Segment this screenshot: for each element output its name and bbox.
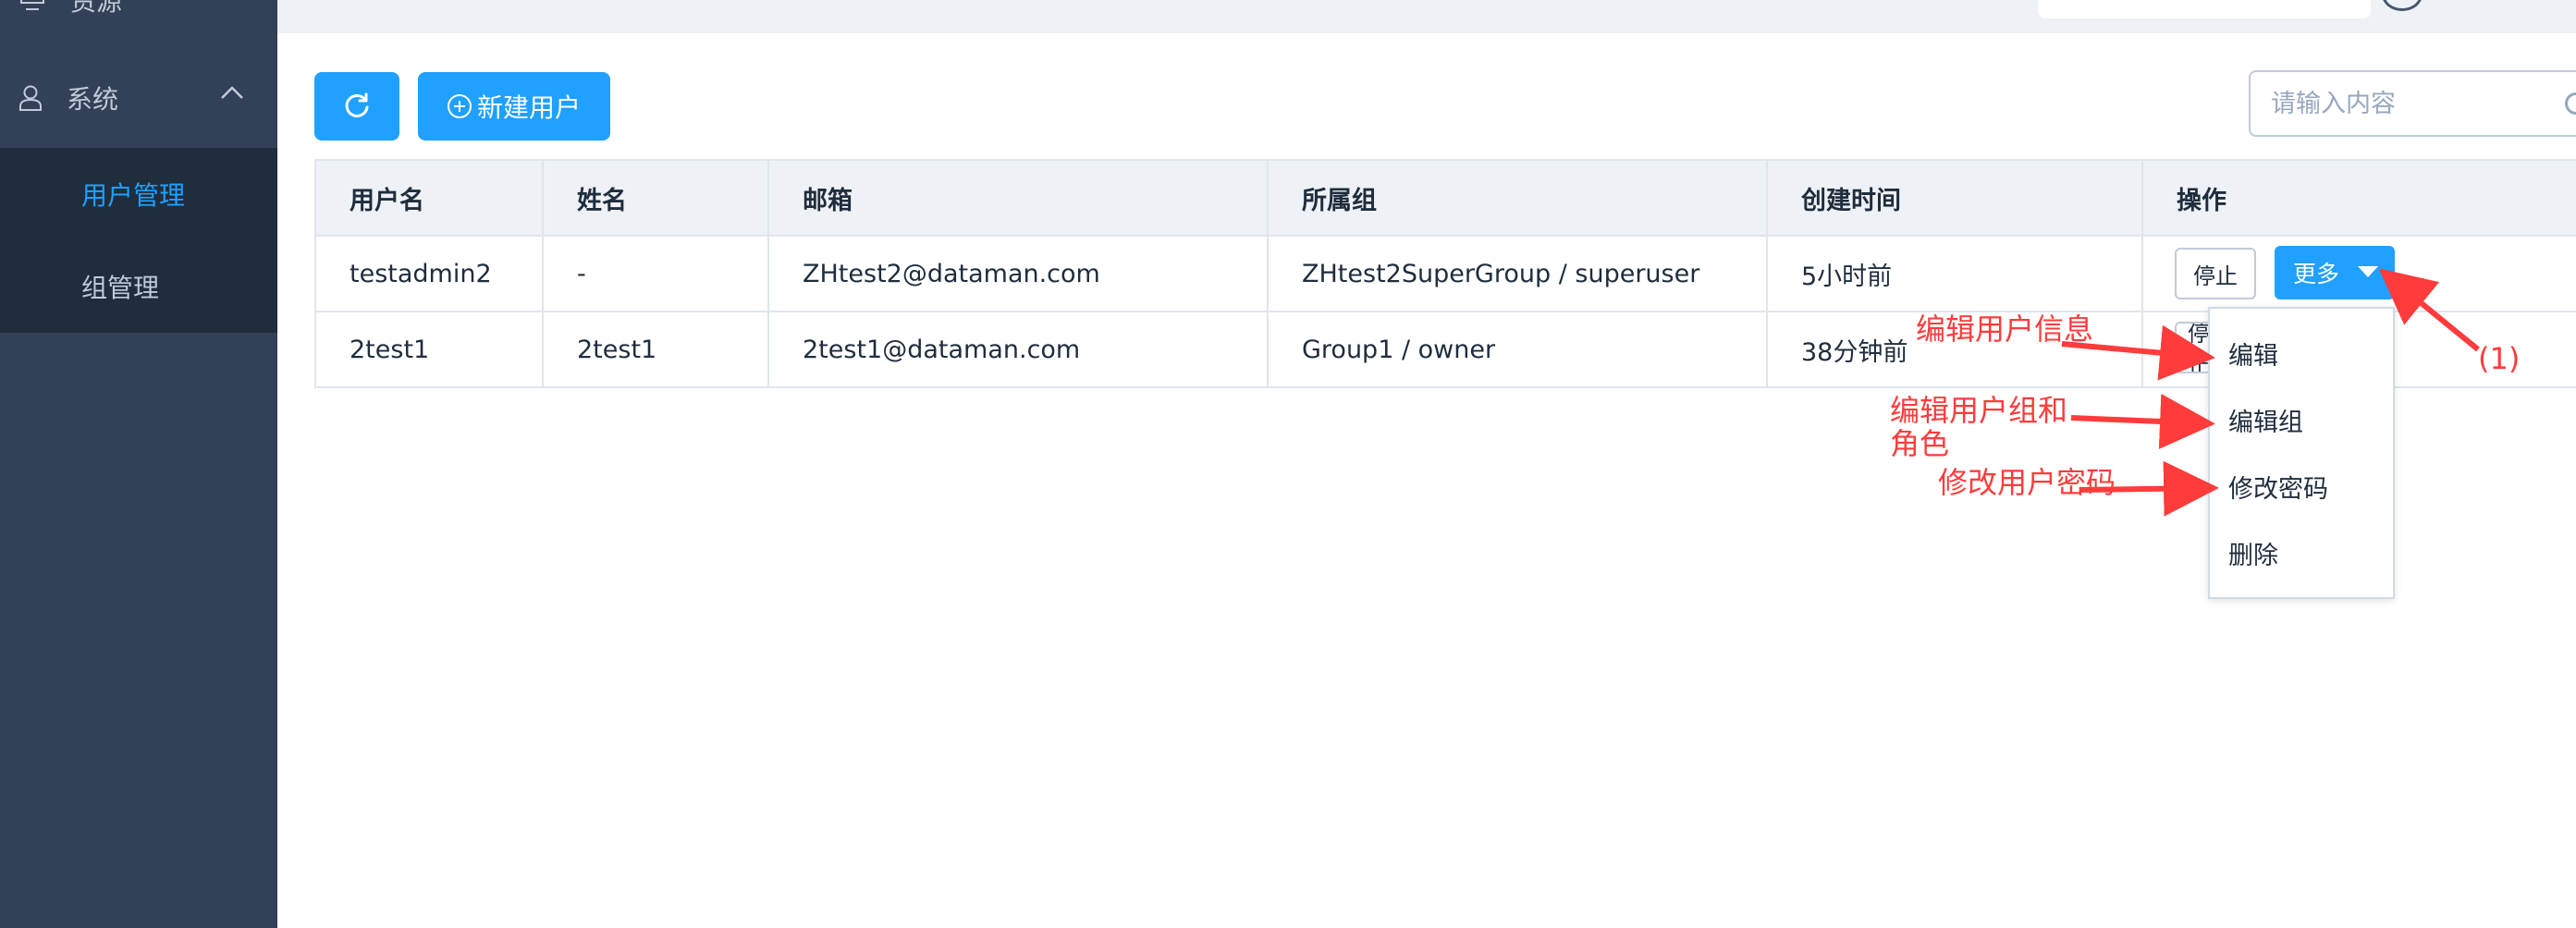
search-box (2249, 70, 2576, 137)
stop-button[interactable]: 停止 (2175, 248, 2256, 299)
cell-username: 2test1 (316, 312, 544, 386)
cell-created: 5小时前 (1768, 237, 2143, 311)
add-user-label: 新建用户 (476, 92, 581, 123)
more-label: 更多 (2293, 261, 2340, 287)
annotation-edit-group-line2: 角色 (1890, 426, 1950, 461)
sidebar: 资源 系统 用户管理 组管理 (0, 0, 277, 928)
column-header-email[interactable]: 邮箱 (769, 161, 1269, 235)
column-header-name[interactable]: 姓名 (544, 161, 769, 235)
cell-name: 2test1 (544, 312, 769, 386)
sidebar-item-label: 组管理 (81, 273, 160, 303)
menu-item-edit-group[interactable]: 编辑组 (2210, 386, 2393, 453)
sidebar-item-user-management[interactable]: 用户管理 (0, 148, 277, 240)
cell-email: 2test1@dataman.com (769, 312, 1269, 386)
refresh-button[interactable] (314, 72, 399, 140)
annotation-arrow (2070, 394, 2215, 449)
caret-down-icon (2358, 266, 2378, 277)
cell-email: ZHtest2@dataman.com (769, 237, 1269, 311)
menu-item-change-password[interactable]: 修改密码 (2210, 453, 2393, 519)
add-user-button[interactable]: 新建用户 (418, 72, 610, 140)
cell-name: - (544, 237, 769, 311)
sidebar-submenu: 用户管理 组管理 (0, 148, 277, 333)
sidebar-group-system[interactable]: 系统 (0, 61, 277, 135)
column-header-group[interactable]: 所属组 (1269, 161, 1768, 235)
sidebar-item-group-management[interactable]: 组管理 (0, 240, 277, 333)
monitor-icon (20, 0, 44, 10)
cell-group: Group1 / owner (1269, 312, 1768, 386)
annotation-edit-group: 编辑用户组和 (1890, 393, 2068, 428)
annotation-change-password: 修改用户密码 (1938, 465, 2116, 500)
user-icon (19, 85, 42, 111)
column-header-created[interactable]: 创建时间 (1768, 161, 2143, 235)
cell-group: ZHtest2SuperGroup / superuser (1269, 237, 1768, 311)
menu-item-edit[interactable]: 编辑 (2210, 320, 2393, 386)
table-header-row: 用户名 姓名 邮箱 所属组 创建时间 操作 (316, 161, 2576, 237)
sidebar-item-label: 用户管理 (81, 180, 186, 211)
menu-item-delete[interactable]: 删除 (2210, 519, 2393, 586)
column-header-actions: 操作 (2177, 186, 2226, 215)
refresh-icon (345, 92, 369, 117)
stop-button[interactable]: 停止 (2175, 322, 2212, 373)
circle-plus-icon (447, 94, 472, 118)
header-select[interactable] (2038, 0, 2371, 18)
column-header-username[interactable]: 用户名 (316, 161, 544, 235)
sidebar-item-label: 资源 (70, 0, 123, 17)
sidebar-group-label: 系统 (67, 84, 119, 115)
more-dropdown-button[interactable]: 更多 (2275, 246, 2395, 299)
sidebar-item-resources[interactable]: 资源 (0, 0, 277, 28)
search-input[interactable] (2251, 72, 2576, 135)
more-dropdown-menu: 编辑 编辑组 修改密码 删除 (2208, 307, 2395, 599)
cell-username: testadmin2 (316, 237, 544, 311)
chevron-up-icon (221, 86, 243, 99)
annotation-step-number: (1) (2478, 341, 2521, 376)
annotation-edit-info: 编辑用户信息 (1916, 311, 2094, 347)
